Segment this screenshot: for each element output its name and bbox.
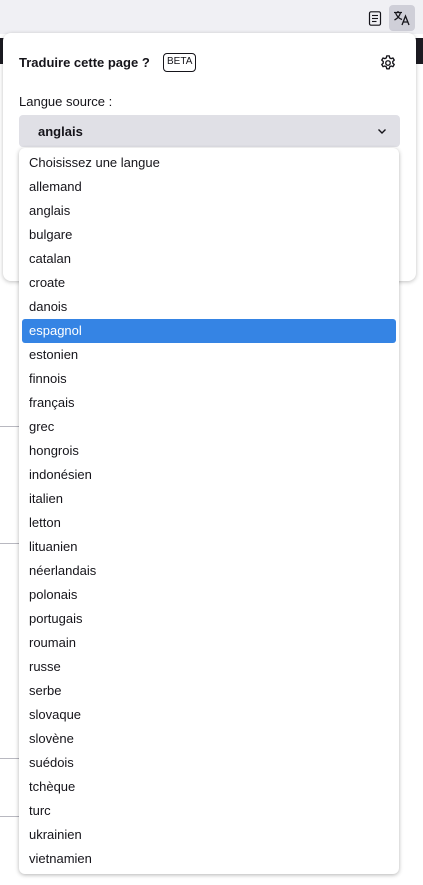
settings-button[interactable] [378,53,398,73]
language-option[interactable]: croate [22,271,396,295]
language-option[interactable]: grec [22,415,396,439]
language-option[interactable]: néerlandais [22,559,396,583]
language-option[interactable]: indonésien [22,463,396,487]
language-option[interactable]: slovène [22,727,396,751]
language-option[interactable]: serbe [22,679,396,703]
source-language-value: anglais [38,124,83,139]
language-option[interactable]: letton [22,511,396,535]
language-option[interactable]: suédois [22,751,396,775]
gear-icon [381,55,395,70]
language-option[interactable]: italien [22,487,396,511]
language-option[interactable]: roumain [22,631,396,655]
language-option[interactable]: lituanien [22,535,396,559]
language-option[interactable]: danois [22,295,396,319]
translate-button[interactable] [389,5,415,31]
beta-badge: BETA [163,53,197,72]
language-option[interactable]: espagnol [22,319,396,343]
language-option[interactable]: catalan [22,247,396,271]
translate-icon [394,11,410,26]
language-option-placeholder[interactable]: Choisissez une langue [22,151,396,175]
language-option[interactable]: slovaque [22,703,396,727]
source-language-label: Langue source : [19,94,113,109]
language-option[interactable]: estonien [22,343,396,367]
language-option[interactable]: portugais [22,607,396,631]
language-option[interactable]: turc [22,799,396,823]
language-option[interactable]: russe [22,655,396,679]
language-option[interactable]: finnois [22,367,396,391]
panel-title: Traduire cette page ? [19,55,150,70]
language-option[interactable]: allemand [22,175,396,199]
reader-view-button[interactable] [362,5,388,31]
language-option[interactable]: ukrainien [22,823,396,847]
language-option[interactable]: bulgare [22,223,396,247]
language-option[interactable]: vietnamien [22,847,396,871]
reader-view-icon [368,10,382,26]
source-language-select[interactable]: anglais [19,115,400,147]
language-option[interactable]: tchèque [22,775,396,799]
language-option[interactable]: français [22,391,396,415]
language-option[interactable]: hongrois [22,439,396,463]
language-option[interactable]: polonais [22,583,396,607]
language-dropdown-list: Choisissez une langue allemand anglais bulg… [19,148,399,874]
chevron-down-icon [378,129,386,134]
language-option[interactable]: anglais [22,199,396,223]
browser-toolbar [0,0,423,34]
